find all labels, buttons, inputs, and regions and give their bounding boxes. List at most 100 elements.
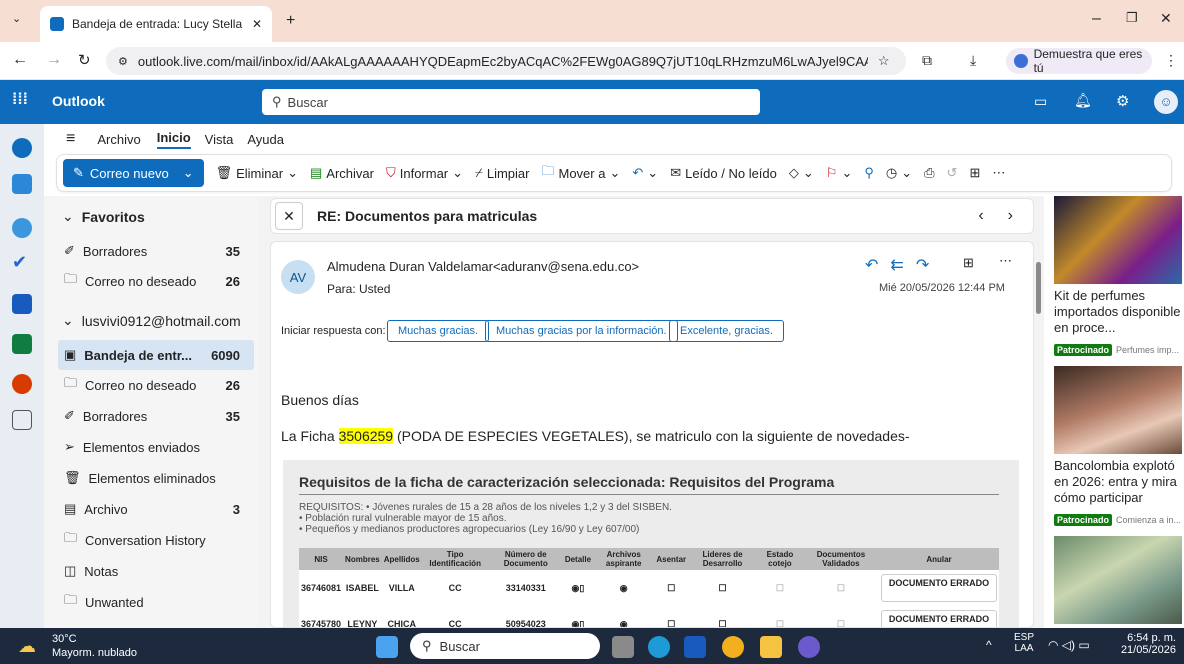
office-icon[interactable] [12,374,32,394]
word-icon[interactable] [12,294,32,314]
folder-item[interactable]: 🗀 Correo no deseado 26 [58,370,254,400]
bell-icon[interactable]: 🔔︎ [1074,92,1092,109]
hamburger-icon[interactable]: ≡ [66,130,75,148]
undo-button[interactable]: ↺ [947,165,958,181]
task-view-icon[interactable] [612,636,634,658]
menu-inicio[interactable]: Inicio [156,130,191,149]
apps-grid-icon[interactable]: ⊞ [963,255,974,271]
bookmark-star-icon[interactable]: ☆ [878,53,890,69]
reply-all-icon[interactable]: ⇇ [890,257,915,274]
clock-date: 21/05/2026 [1120,644,1176,656]
delete-button[interactable]: 🗑︎ Eliminar ⌄ [216,165,298,181]
scrollbar-thumb[interactable] [1036,262,1041,314]
new-mail-button[interactable]: ✎ Correo nuevo ⌄ [63,159,204,187]
profile-button[interactable]: Demuestra que eres tú [1006,47,1152,75]
snooze-button[interactable]: ◷ ⌄ [886,165,912,181]
back-icon[interactable]: ← [12,51,28,69]
chrome-profile-icon[interactable] [798,636,820,658]
minimize-icon[interactable]: – [1092,10,1101,28]
browser-menu-icon[interactable]: ⋮ [1164,52,1178,69]
language-indicator[interactable]: ESP LAA [1014,632,1034,654]
download-icon[interactable]: ⤓ [970,52,976,69]
ad-title[interactable]: Bancolombia explotó en 2026: entra y mir… [1054,458,1184,506]
folder-item[interactable]: ✐ Borradores 35 [58,401,254,431]
close-window-icon[interactable]: ✕ [1160,10,1172,27]
folder-item[interactable]: ➢ Elementos enviados [58,432,254,462]
file-explorer-icon[interactable] [760,636,782,658]
url-bar[interactable]: ⚙ outlook.live.com/mail/inbox/id/AAkALgA… [106,47,906,75]
folder-item[interactable]: ✐ Borradores 35 [58,236,254,266]
categorize-button[interactable]: ◇ ⌄ [789,165,814,181]
quick-reply-button[interactable]: Muchas gracias. [387,320,490,342]
ad-image-person[interactable] [1054,366,1182,454]
report-button[interactable]: ⛉ Informar ⌄ [386,165,463,181]
print-button[interactable]: ⎙ [924,165,934,181]
more-dots-icon[interactable]: ⋯ [999,253,1012,269]
sweep-button[interactable]: ⌿ Limpiar [475,165,529,181]
move-button[interactable]: 🗀 Mover a ⌄ [541,162,620,184]
menu-ayuda[interactable]: Ayuda [247,132,284,147]
next-email-icon[interactable]: › [1008,207,1013,225]
close-icon[interactable]: ✕ [275,202,303,230]
more-apps-icon[interactable] [12,410,32,430]
folder-item[interactable]: 🗀 Unwanted [58,587,254,617]
prev-email-icon[interactable]: ‹ [978,207,983,225]
folder-item[interactable]: 🗑︎ Elementos eliminados [58,463,254,493]
mail-icon[interactable] [12,138,32,158]
close-tab-icon[interactable]: ✕ [252,17,262,31]
feedback-icon[interactable]: ▭ [1034,93,1047,110]
folder-item-inbox[interactable]: ▣ Bandeja de entr... 6090 [58,340,254,370]
chevron-up-icon[interactable]: ^ [986,638,992,652]
taskbar-search[interactable]: ⚲ Buscar [410,633,600,659]
word-taskbar-icon[interactable] [684,636,706,658]
read-unread-button[interactable]: ✉ Leído / No leído [670,165,777,181]
folder-item[interactable]: ◫ Notas [58,556,254,586]
flag-button[interactable]: ⚐ ⌄ [826,165,853,181]
extensions-icon[interactable]: ⧉ [922,52,932,69]
folder-item[interactable]: 🗀 Correo no deseado 26 [58,266,254,296]
edge-icon[interactable] [648,636,670,658]
settings-gear-icon[interactable]: ⚙ [1116,92,1129,110]
ad-title[interactable]: Kit de perfumes importados disponible en… [1054,288,1184,336]
browser-tab[interactable]: Bandeja de entrada: Lucy Stella ✕ [40,6,272,42]
reply-icon[interactable]: ↶ [865,257,890,274]
archive-button[interactable]: ▤ Archivar [310,165,374,181]
account-avatar-icon[interactable]: ☺ [1154,90,1178,114]
menu-archivo[interactable]: Archivo [97,132,140,147]
folder-item[interactable]: ▤ Archivo 3 [58,494,254,524]
people-icon[interactable] [12,218,32,238]
weather-icon[interactable]: ☁ [18,636,36,657]
ad-image-perfumes[interactable] [1054,196,1182,284]
ad-image-money[interactable] [1054,536,1182,624]
clock[interactable]: 6:54 p. m. 21/05/2026 [1112,632,1176,656]
favorites-header[interactable]: ⌄ Favoritos [62,208,145,225]
quick-reply-button[interactable]: Excelente, gracias. [669,320,784,342]
reload-icon[interactable]: ↻ [78,51,91,69]
forward-icon[interactable]: ↷ [916,257,941,274]
todo-check-icon[interactable]: ✔ [12,252,32,272]
reply-button[interactable]: ↶ ⌄ [632,165,658,181]
apps-button[interactable]: ⊞ [969,165,980,181]
menu-vista[interactable]: Vista [205,132,234,147]
account-header[interactable]: ⌄ lusvivi0912@hotmail.com [62,312,241,329]
tab-list-icon[interactable]: ⌄ [12,12,21,25]
more-options-button[interactable]: ⋯ [992,165,1005,181]
sender[interactable]: Almudena Duran Valdelamar<aduranv@sena.e… [327,259,639,274]
chevron-down-icon[interactable]: ⌄ [183,165,194,181]
restore-icon[interactable]: ❐ [1126,10,1138,26]
calendar-icon[interactable] [12,174,32,194]
search-box[interactable]: ⚲ Buscar [262,89,760,115]
weather-desc[interactable]: Mayorm. nublado [52,647,137,659]
new-tab-icon[interactable]: + [286,12,295,30]
app-launcher-icon[interactable]: ⁞⁞⁞ [12,91,28,109]
quick-reply-button[interactable]: Muchas gracias por la información. [485,320,678,342]
chrome-icon[interactable] [722,636,744,658]
start-windows-icon[interactable] [376,636,398,658]
pin-button[interactable]: ⚲ [864,165,874,181]
forward-icon[interactable]: → [46,51,62,69]
folder-item[interactable]: 🗀 Conversation History [58,525,254,555]
excel-icon[interactable] [12,334,32,354]
site-info-icon[interactable]: ⚙ [118,55,128,68]
weather-temp[interactable]: 30°C [52,633,77,645]
wifi-volume-battery-icon[interactable]: ◠ ◁) ▭ [1048,638,1090,652]
